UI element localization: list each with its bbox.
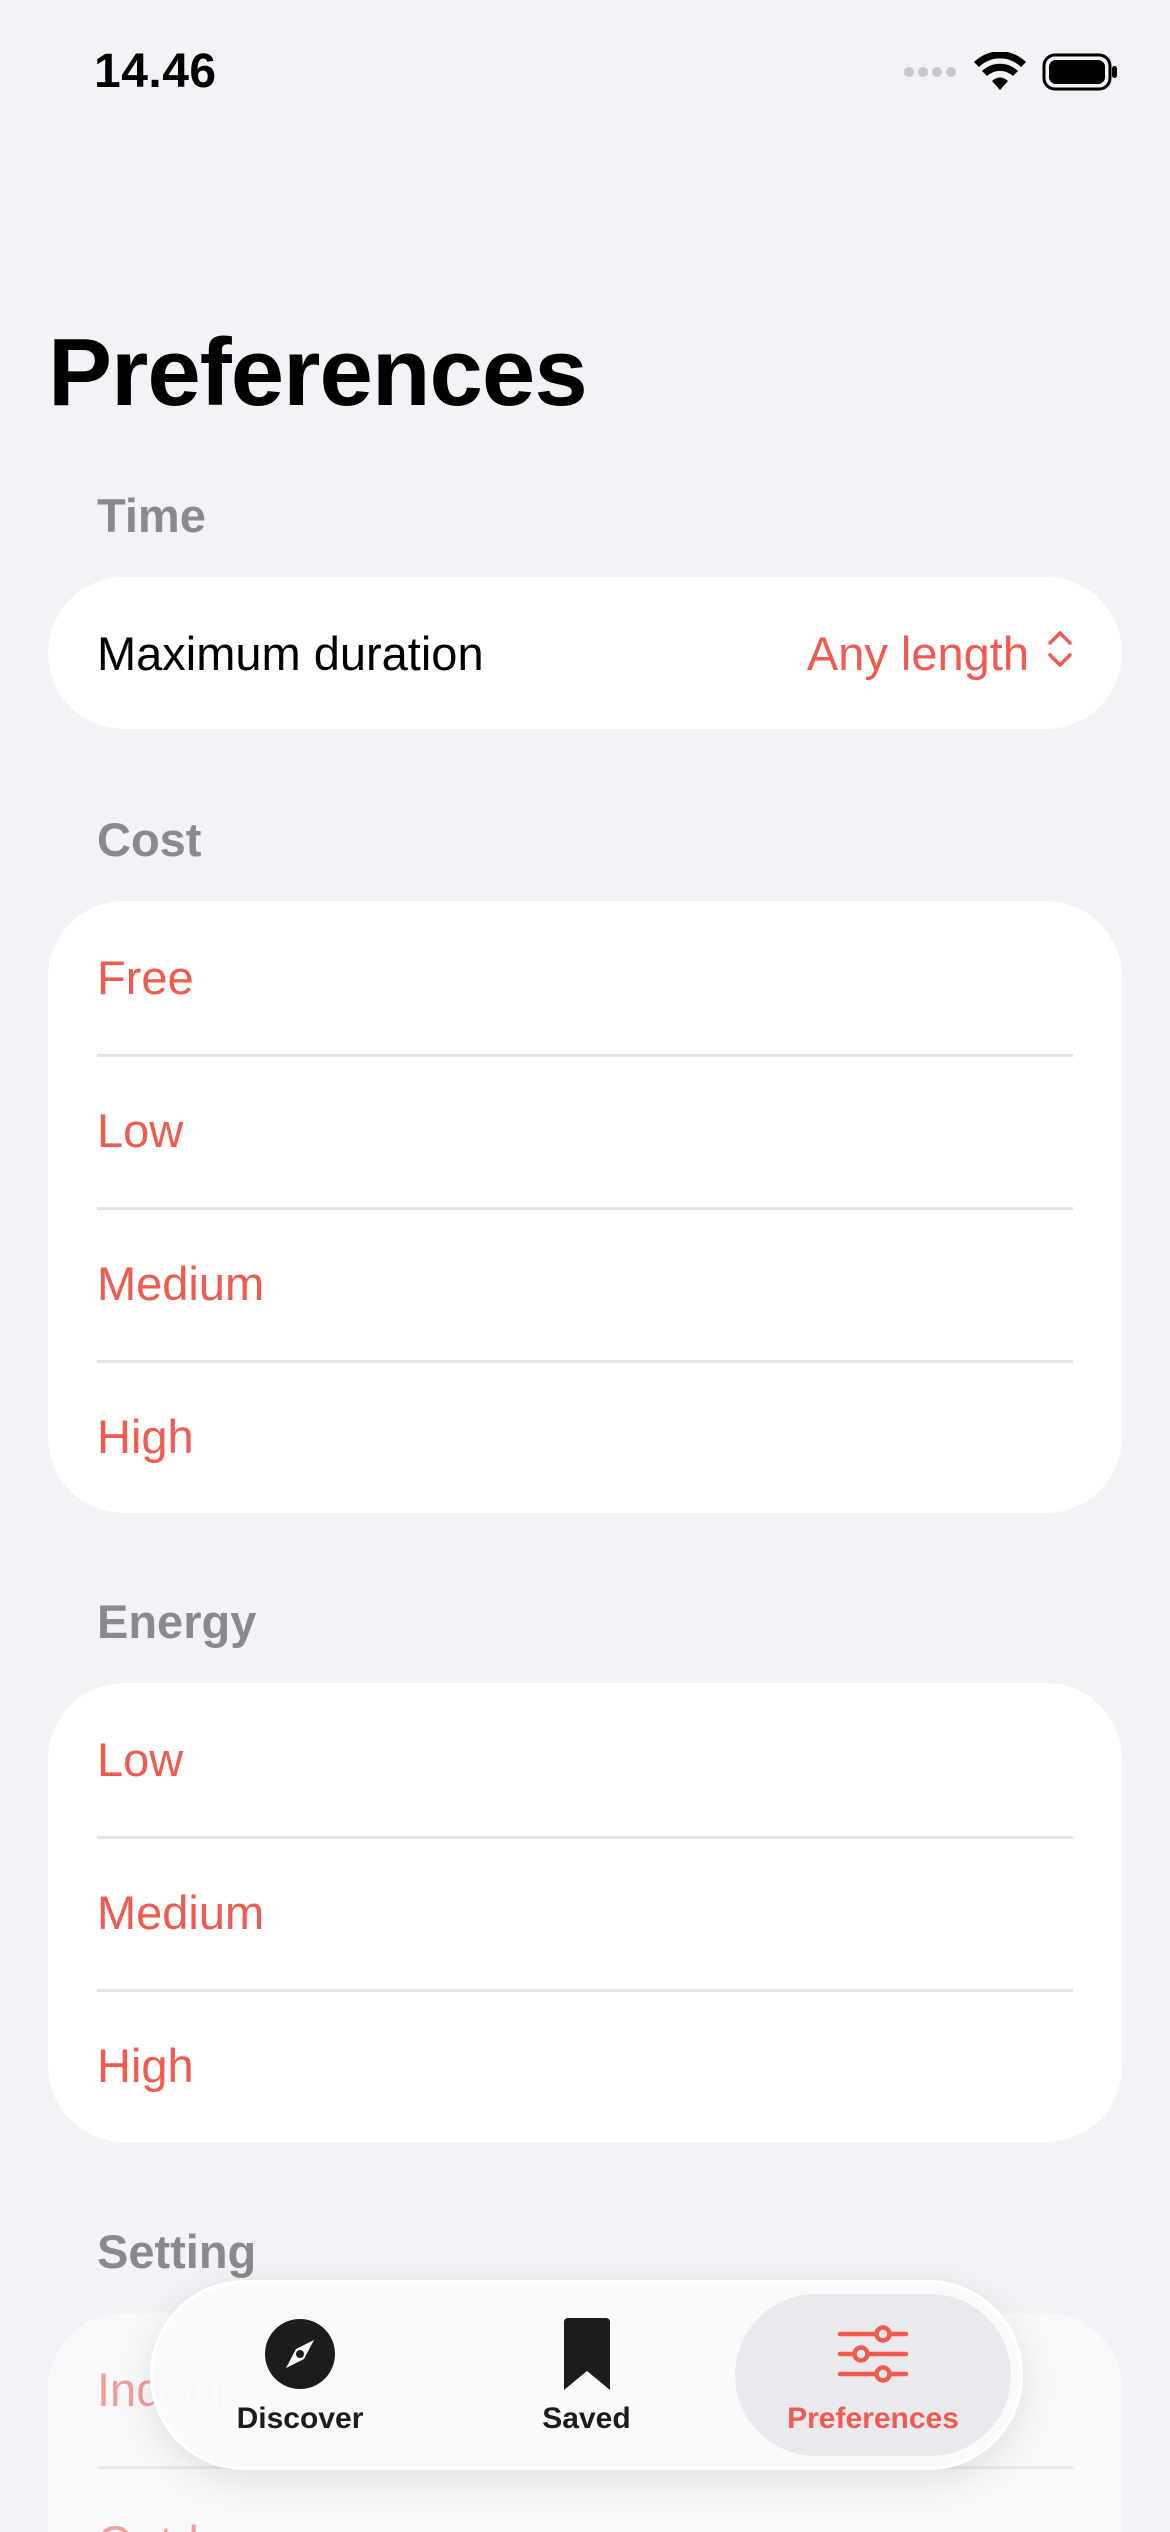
cost-option-low[interactable]: Low [48, 1054, 1122, 1207]
setting-option-label: Outdoor [97, 2515, 267, 2532]
battery-icon [1042, 52, 1118, 97]
bookmark-icon [547, 2314, 627, 2394]
tab-label: Preferences [787, 2402, 959, 2435]
cost-option-label: Low [97, 1104, 184, 1157]
cellular-signal-icon [904, 65, 958, 84]
wifi-icon [974, 50, 1026, 97]
status-icons [904, 50, 1118, 97]
sliders-icon [833, 2314, 913, 2394]
maximum-duration-label: Maximum duration [97, 626, 484, 680]
cost-option-free[interactable]: Free [48, 901, 1122, 1054]
tab-preferences[interactable]: Preferences [735, 2294, 1011, 2456]
preferences-screen: 14.46 Preferences Time Maximum duration … [0, 0, 1170, 2532]
tab-discover[interactable]: Discover [162, 2294, 438, 2456]
section-header-energy: Energy [97, 1595, 257, 1648]
section-header-time: Time [97, 489, 206, 542]
energy-option-high[interactable]: High [48, 1989, 1122, 2142]
tab-bar: Discover Saved Preferences [150, 2280, 1023, 2470]
energy-option-label: High [97, 2039, 194, 2092]
cost-option-label: Medium [97, 1257, 265, 1310]
page-title: Preferences [48, 319, 588, 426]
maximum-duration-row[interactable]: Maximum duration Any length [48, 577, 1122, 729]
energy-option-medium[interactable]: Medium [48, 1836, 1122, 1989]
chevron-up-down-icon [1047, 626, 1073, 681]
tab-label: Saved [542, 2402, 631, 2435]
tab-label: Discover [236, 2402, 364, 2435]
cost-option-medium[interactable]: Medium [48, 1207, 1122, 1360]
status-time: 14.46 [94, 45, 217, 98]
duration-picker[interactable]: Any length [807, 626, 1073, 681]
tab-saved[interactable]: Saved [449, 2294, 725, 2456]
compass-icon [260, 2314, 340, 2394]
cost-card: Free Low Medium High [48, 901, 1122, 1513]
energy-card: Low Medium High [48, 1683, 1122, 2142]
duration-value: Any length [806, 626, 1029, 680]
setting-option-outdoor[interactable]: Outdoor [48, 2466, 1122, 2532]
time-card: Maximum duration Any length [48, 577, 1122, 729]
section-header-setting: Setting [97, 2225, 257, 2278]
energy-option-label: Low [97, 1733, 184, 1786]
section-header-cost: Cost [97, 813, 202, 866]
cost-option-label: High [97, 1410, 194, 1463]
cost-option-label: Free [97, 951, 194, 1004]
cost-option-high[interactable]: High [48, 1360, 1122, 1513]
energy-option-low[interactable]: Low [48, 1683, 1122, 1836]
energy-option-label: Medium [97, 1886, 265, 1939]
